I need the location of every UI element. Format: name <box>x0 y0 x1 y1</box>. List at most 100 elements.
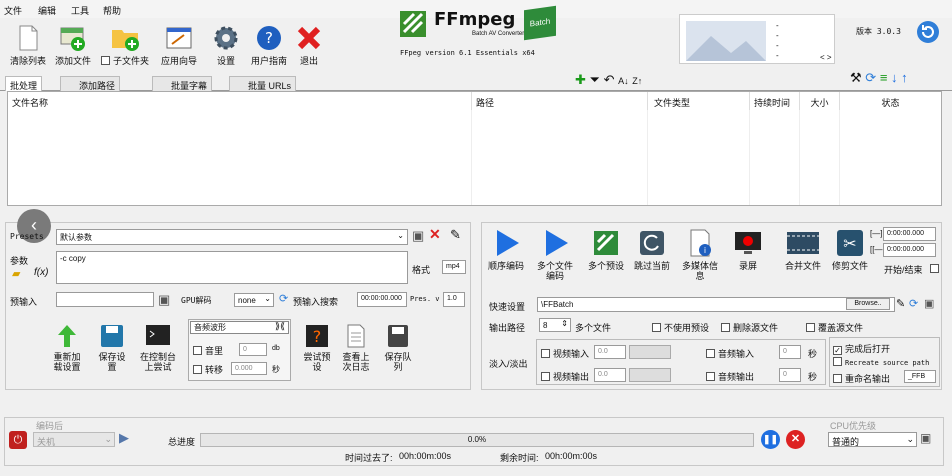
trim-files-button[interactable]: ✂ 修剪文件 <box>832 228 868 271</box>
audio-out-stepper[interactable]: 0 <box>779 368 801 382</box>
refresh-output-icon[interactable]: ⟳ <box>909 297 918 310</box>
tab-urls[interactable]: 批量 URLs <box>229 76 297 91</box>
browse-button[interactable]: Browse.. <box>846 298 890 310</box>
view-log-button[interactable]: 查看上次日志 <box>339 323 373 372</box>
save-queue-button[interactable]: 保存队列 <box>381 323 415 372</box>
subfolder-checkbox[interactable] <box>100 56 110 65</box>
video-out-option[interactable]: 视频输出 <box>541 370 589 383</box>
pres-input[interactable]: 1.0 <box>443 292 465 307</box>
mono-checkbox[interactable] <box>193 346 202 355</box>
overwrite-source-option[interactable]: 覆盖源文件 <box>806 321 863 334</box>
undo-icon[interactable]: ↶ <box>604 72 615 87</box>
end-time-input[interactable]: 0:00:00.000 <box>883 243 936 257</box>
filter-icon[interactable]: ⏷ <box>590 72 600 87</box>
reload-icon[interactable]: ⟳ <box>865 70 876 85</box>
save-priority-icon[interactable]: ▣ <box>920 431 931 445</box>
overwrite-source-checkbox[interactable] <box>806 323 815 332</box>
after-encode-select[interactable]: 关机 ⌄ <box>33 432 115 447</box>
record-screen-button[interactable]: 录屏 <box>731 228 765 271</box>
file-table[interactable]: 文件名称 路径 文件类型 持续时间 大小 状态 <box>7 91 942 206</box>
skip-current-button[interactable]: 跳过当前 <box>634 228 670 271</box>
reload-settings-button[interactable]: 重新加载设置 <box>50 323 84 372</box>
save-output-icon[interactable]: ▣ <box>924 297 934 310</box>
rename-suffix-input[interactable]: _FFB <box>904 370 936 383</box>
tab-add-path[interactable]: 添加路径 <box>60 76 121 91</box>
add-icon[interactable]: ✚ <box>575 72 586 87</box>
stop-button[interactable]: ✕ <box>786 430 805 449</box>
time-input[interactable]: 00:00:00.000 <box>357 292 407 307</box>
open-when-done-checkbox[interactable] <box>833 346 842 355</box>
start-end-checkbox[interactable] <box>930 264 939 273</box>
menu-file[interactable]: 文件 <box>4 4 22 17</box>
rename-output-option[interactable]: 重命名输出 <box>833 372 890 385</box>
exit-button[interactable]: 退出 <box>281 20 337 67</box>
preview-nav[interactable]: < > <box>820 53 832 62</box>
video-in-select[interactable] <box>629 345 671 359</box>
col-path[interactable]: 路径 <box>472 92 648 110</box>
pause-button[interactable]: ❚❚ <box>761 430 780 449</box>
mono-option[interactable]: 音里 <box>193 344 223 357</box>
move-up-icon[interactable]: ↑ <box>901 70 908 85</box>
list-icon[interactable]: ≡ <box>880 70 888 85</box>
preinput-input[interactable] <box>56 292 154 307</box>
waveform-button[interactable]: 音频波形 ⟫⟪ <box>190 321 289 334</box>
recreate-path-option[interactable]: Recreate source path <box>833 357 929 367</box>
delete-source-checkbox[interactable] <box>721 323 730 332</box>
edit-icon[interactable]: ✎ <box>896 297 905 310</box>
delete-source-option[interactable]: 删除源文件 <box>721 321 778 334</box>
save-preset-icon[interactable]: ▣ <box>412 228 424 244</box>
sort-desc-icon[interactable]: Z↑ <box>632 76 642 86</box>
audio-in-stepper[interactable]: 0 <box>779 345 801 359</box>
menu-edit[interactable]: 编辑 <box>38 4 56 17</box>
try-preset-button[interactable]: ? 尝试预设 <box>300 323 334 372</box>
tab-batch[interactable]: 批处理 <box>5 76 43 91</box>
start-time-input[interactable]: 0:00:00.000 <box>883 227 936 241</box>
open-when-done-option[interactable]: 完成后打开 <box>833 342 890 355</box>
params-input[interactable]: -c copy <box>56 251 408 284</box>
function-icon[interactable]: f(x) <box>34 267 48 278</box>
video-out-checkbox[interactable] <box>541 372 550 381</box>
sequential-encode-button[interactable]: 顺序编码 <box>486 228 526 271</box>
preset-select[interactable]: 默认参数 ⌄ <box>56 229 408 245</box>
try-console-button[interactable]: 在控制台上尝试 <box>138 323 178 372</box>
multi-preset-button[interactable]: 多个预设 <box>586 228 626 271</box>
video-out-select[interactable] <box>629 368 671 382</box>
save-settings-button[interactable]: 保存设置 <box>95 323 129 372</box>
video-out-stepper[interactable]: 0.0 <box>594 368 626 382</box>
edit-preset-icon[interactable]: ✎ <box>450 227 461 243</box>
menu-tools[interactable]: 工具 <box>71 4 89 17</box>
no-preset-checkbox[interactable] <box>652 323 661 332</box>
col-status[interactable]: 状态 <box>840 92 941 110</box>
shift-option[interactable]: 转移 <box>193 363 223 376</box>
broom-icon[interactable]: ⚒ <box>850 70 862 85</box>
video-in-checkbox[interactable] <box>541 349 550 358</box>
media-info-button[interactable]: i 多媒体信息 <box>678 228 722 281</box>
move-down-icon[interactable]: ↓ <box>891 70 898 85</box>
a-icon[interactable]: ▶ <box>119 430 129 446</box>
add-file-button[interactable]: 添加文件 <box>45 20 101 67</box>
multi-encode-button[interactable]: 多个文件编码 <box>536 228 574 281</box>
shift-checkbox[interactable] <box>193 365 202 374</box>
subfolder-option[interactable]: 子文件夹 <box>97 20 153 67</box>
sort-asc-icon[interactable]: A↓ <box>618 76 629 86</box>
format-input[interactable]: mp4 <box>442 260 466 274</box>
shift-stepper[interactable]: 0.000 <box>231 362 267 375</box>
rename-output-checkbox[interactable] <box>833 374 842 383</box>
refresh-gpu-icon[interactable]: ⟳ <box>279 292 288 305</box>
no-preset-option[interactable]: 不使用预设 <box>652 321 709 334</box>
audio-out-checkbox[interactable] <box>706 372 715 381</box>
audio-out-option[interactable]: 音频输出 <box>706 370 754 383</box>
col-duration[interactable]: 持续时间 <box>750 92 800 110</box>
power-button[interactable]: ⏻ <box>9 431 27 449</box>
cpu-priority-select[interactable]: 普通的 ⌄ <box>828 432 917 447</box>
col-size[interactable]: 大小 <box>800 92 840 110</box>
col-filetype[interactable]: 文件类型 <box>648 92 750 110</box>
audio-in-option[interactable]: 音频输入 <box>706 347 754 360</box>
mono-stepper[interactable]: 0 <box>239 343 267 356</box>
recreate-path-checkbox[interactable] <box>833 357 842 366</box>
video-in-stepper[interactable]: 0.0 <box>594 345 626 359</box>
merge-files-button[interactable]: 合并文件 <box>784 228 822 271</box>
tab-subtitles[interactable]: 批量字幕 <box>152 76 213 91</box>
refresh-icon[interactable] <box>916 20 940 44</box>
audio-in-checkbox[interactable] <box>706 349 715 358</box>
